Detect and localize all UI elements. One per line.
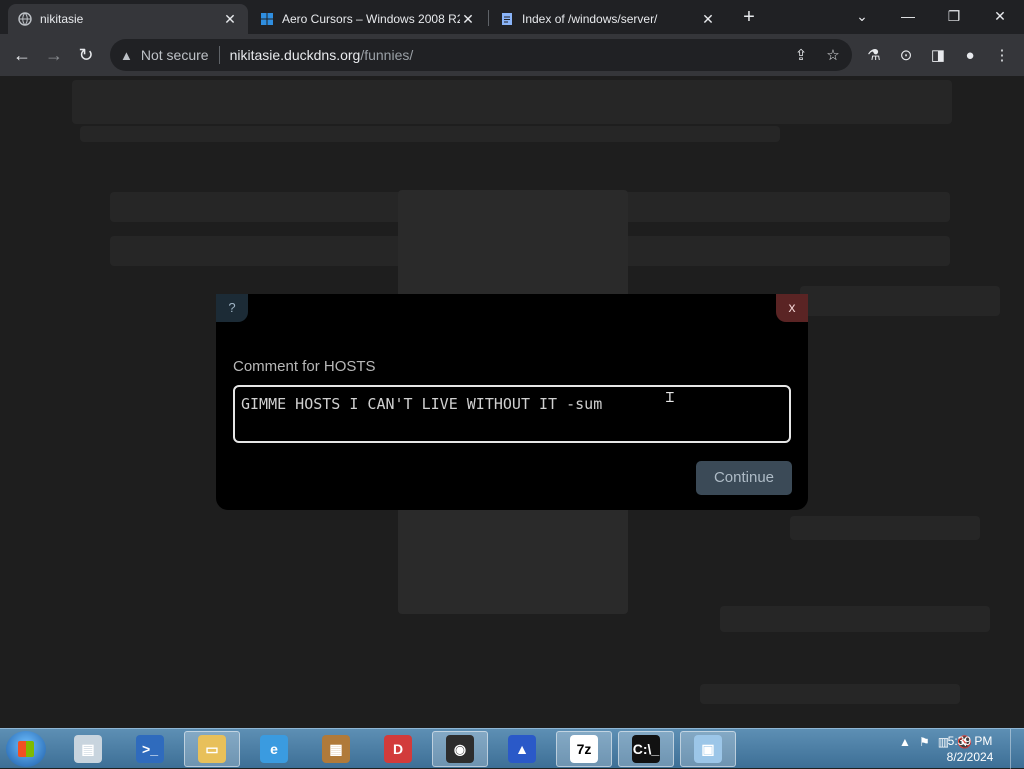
- address-bar[interactable]: ▲ Not secure nikitasie.duckdns.org/funni…: [110, 39, 852, 71]
- tray-expand-icon[interactable]: ▲: [899, 735, 911, 749]
- text-cursor-icon: Ɪ: [666, 389, 674, 405]
- minimize-button[interactable]: —: [888, 4, 928, 28]
- document-icon: [500, 12, 514, 26]
- tab-title: nikitasie: [40, 12, 84, 26]
- tab-title: Aero Cursors – Windows 2008 R2: [282, 12, 460, 26]
- continue-button[interactable]: Continue: [696, 461, 792, 495]
- comment-dialog: ? x Comment for HOSTS GIMME HOSTS I CAN'…: [216, 294, 808, 510]
- show-desktop-button[interactable]: [1010, 729, 1024, 769]
- tab-close-icon[interactable]: ✕: [700, 11, 716, 28]
- tab-close-icon[interactable]: ✕: [222, 11, 238, 28]
- profile-icon[interactable]: ●: [960, 46, 980, 66]
- url-host: nikitasie.duckdns.org: [229, 47, 361, 63]
- browser-toolbar: ← → ↻ ▲ Not secure nikitasie.duckdns.org…: [0, 34, 1024, 76]
- share-icon[interactable]: ⇪: [792, 47, 810, 65]
- taskbar-archive-tool-button[interactable]: ▦: [308, 731, 364, 767]
- taskbar-command-prompt-button[interactable]: C:\_: [618, 731, 674, 767]
- menu-kebab-icon[interactable]: ⋮: [992, 46, 1012, 66]
- action-center-flag-icon[interactable]: ⚑: [919, 735, 930, 749]
- taskbar-daemon-tools-button[interactable]: D: [370, 731, 426, 767]
- tab-search-icon[interactable]: ⌄: [842, 4, 882, 28]
- windows-icon: [260, 12, 274, 26]
- new-tab-button[interactable]: +: [738, 6, 760, 28]
- windows-logo-icon: [18, 741, 34, 757]
- globe-icon: [18, 12, 32, 26]
- control-panel-icon: ▣: [694, 735, 722, 763]
- warning-icon[interactable]: ▲: [120, 48, 133, 63]
- page-row-backdrop: [800, 286, 1000, 316]
- dialog-close-button[interactable]: x: [776, 294, 808, 322]
- window-close-button[interactable]: ✕: [980, 4, 1020, 28]
- url-path: /funnies/: [360, 47, 414, 63]
- 7zip-icon: 7z: [570, 735, 598, 763]
- file-explorer-icon: ▭: [198, 735, 226, 763]
- taskbar: ▤ >_ ▭ e ▦ D ◉ ▲ 7z C:\_ ▣ ▲ ⚑ ▥ 🔇 5:39 PM 8/2/202…: [0, 728, 1024, 769]
- tab-divider: [488, 10, 489, 26]
- tab-index-windows-server[interactable]: Index of /windows/server/ ✕: [490, 4, 726, 34]
- download-icon[interactable]: ⊙: [896, 46, 916, 66]
- taskbar-internet-explorer-button[interactable]: e: [246, 731, 302, 767]
- blue-app-icon: ▲: [508, 735, 536, 763]
- security-label[interactable]: Not secure: [141, 47, 209, 63]
- daemon-tools-icon: D: [384, 735, 412, 763]
- reload-icon[interactable]: ↻: [74, 43, 98, 67]
- tab-close-icon[interactable]: ✕: [460, 11, 476, 28]
- start-button[interactable]: [6, 731, 46, 767]
- tab-strip: nikitasie ✕ Aero Cursors – Windows 2008 …: [0, 0, 1024, 34]
- page-breadcrumb-backdrop: [80, 126, 780, 142]
- command-prompt-icon: C:\_: [632, 735, 660, 763]
- tab-nikitasie[interactable]: nikitasie ✕: [8, 4, 248, 34]
- page-row-backdrop: [790, 516, 980, 540]
- taskbar-server-manager-button[interactable]: ▤: [60, 731, 116, 767]
- taskbar-chrome-browser-button[interactable]: ◉: [432, 731, 488, 767]
- clock-date: 8/2/2024: [946, 750, 994, 764]
- taskbar-file-explorer-button[interactable]: ▭: [184, 731, 240, 767]
- taskbar-7zip-button[interactable]: 7z: [556, 731, 612, 767]
- taskbar-control-panel-button[interactable]: ▣: [680, 731, 736, 767]
- powershell-icon: >_: [136, 735, 164, 763]
- taskbar-blue-app-button[interactable]: ▲: [494, 731, 550, 767]
- restore-button[interactable]: ❐: [934, 4, 974, 28]
- page-row-backdrop: [720, 606, 990, 632]
- page-row-backdrop: [700, 684, 960, 704]
- address-divider: [218, 46, 220, 64]
- internet-explorer-icon: e: [260, 735, 288, 763]
- tab-aero-cursors[interactable]: Aero Cursors – Windows 2008 R2 ✕: [250, 4, 486, 34]
- side-panel-icon[interactable]: ◨: [928, 46, 948, 66]
- comment-input[interactable]: GIMME HOSTS I CAN'T LIVE WITHOUT IT -sum: [233, 385, 791, 443]
- help-button[interactable]: ?: [216, 294, 248, 322]
- back-icon[interactable]: ←: [10, 43, 34, 67]
- chrome-browser-icon: ◉: [446, 735, 474, 763]
- forward-icon[interactable]: →: [42, 43, 66, 67]
- comment-label: Comment for HOSTS: [233, 358, 376, 375]
- clock[interactable]: 5:39 PM 8/2/2024: [940, 733, 1000, 765]
- clock-time: 5:39 PM: [947, 734, 993, 748]
- archive-tool-icon: ▦: [322, 735, 350, 763]
- page-nav-backdrop: [72, 80, 952, 124]
- taskbar-powershell-button[interactable]: >_: [122, 731, 178, 767]
- tab-title: Index of /windows/server/: [522, 12, 658, 26]
- server-manager-icon: ▤: [74, 735, 102, 763]
- bookmark-star-icon[interactable]: ☆: [824, 47, 842, 65]
- labs-flask-icon[interactable]: ⚗: [864, 46, 884, 66]
